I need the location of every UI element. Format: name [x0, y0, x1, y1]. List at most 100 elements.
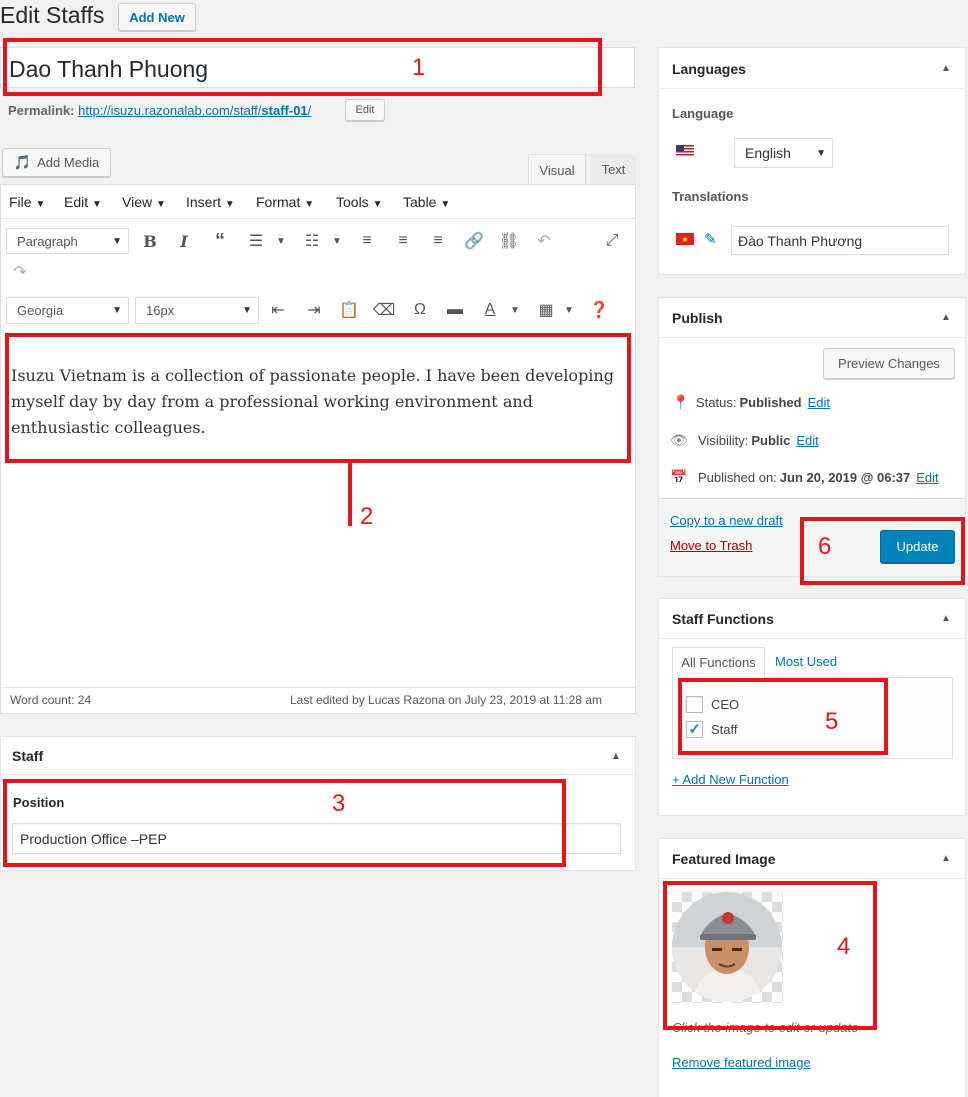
font-select-value: Georgia: [17, 303, 64, 318]
translation-input[interactable]: Đào Thanh Phương: [731, 226, 949, 255]
menubar-divider: [1, 218, 635, 219]
staff-box-divider: [1, 774, 635, 775]
featured-image-thumbnail[interactable]: [672, 892, 783, 1003]
calendar-icon: 📅: [670, 469, 688, 485]
bullet-list-icon[interactable]: ☰: [246, 231, 266, 251]
collapse-icon[interactable]: ▲: [941, 613, 951, 624]
menu-insert[interactable]: Insert ▼: [186, 194, 235, 210]
unlink-icon[interactable]: ⛓: [499, 231, 519, 251]
collapse-icon[interactable]: ▲: [941, 312, 951, 323]
position-input[interactable]: Production Office –PEP: [12, 823, 621, 854]
checkbox-unchecked[interactable]: [686, 696, 703, 713]
redo-icon[interactable]: ↷: [10, 262, 30, 282]
language-select[interactable]: English ▼: [734, 138, 833, 168]
horizontal-line-icon[interactable]: ▬: [445, 300, 465, 320]
table-icon[interactable]: ▦: [536, 300, 556, 320]
add-new-button[interactable]: Add New: [118, 3, 196, 31]
menu-format[interactable]: Format ▼: [256, 194, 314, 210]
title-field[interactable]: Dao Thanh Phuong: [0, 47, 635, 88]
page-title: Edit Staffs: [0, 2, 105, 28]
menu-file[interactable]: File ▼: [9, 194, 45, 210]
remove-featured-image-link[interactable]: Remove featured image: [672, 1055, 811, 1070]
tab-all-functions[interactable]: All Functions: [672, 647, 765, 678]
collapse-icon[interactable]: ▲: [941, 63, 951, 74]
text-color-icon[interactable]: A: [480, 300, 500, 320]
annotation-number: 5: [825, 708, 839, 735]
translation-value: Đào Thanh Phương: [738, 233, 863, 249]
menu-edit[interactable]: Edit ▼: [64, 194, 102, 210]
special-character-icon[interactable]: Ω: [410, 300, 430, 320]
annotation-number: 4: [837, 933, 851, 960]
paste-text-icon[interactable]: 📋: [339, 300, 359, 320]
copy-draft-link[interactable]: Copy to a new draft: [670, 513, 783, 528]
format-select[interactable]: Paragraph ▼: [6, 228, 129, 254]
caret-down-icon[interactable]: ▼: [559, 300, 579, 320]
caret-down-icon[interactable]: ▼: [271, 231, 291, 251]
menu-label: Tools: [336, 194, 369, 210]
visibility-edit-link[interactable]: Edit: [796, 433, 818, 448]
menu-tools[interactable]: Tools ▼: [336, 194, 382, 210]
fullscreen-icon[interactable]: ⤢: [602, 231, 622, 251]
pencil-icon[interactable]: ✎: [704, 230, 717, 248]
checkbox-checked[interactable]: ✓: [686, 721, 703, 738]
published-edit-link[interactable]: Edit: [916, 470, 938, 485]
move-to-trash-link[interactable]: Move to Trash: [670, 538, 752, 553]
function-label: Staff: [711, 722, 738, 737]
caret-down-icon: ▼: [242, 305, 252, 316]
tab-visual[interactable]: Visual: [528, 154, 586, 185]
function-item-ceo[interactable]: CEO: [686, 696, 739, 713]
menu-view[interactable]: View ▼: [122, 194, 166, 210]
annotation-number: 6: [818, 533, 832, 560]
published-label: Published on:: [698, 470, 777, 485]
font-size-select[interactable]: 16px ▼: [135, 297, 259, 324]
caret-down-icon: ▼: [372, 199, 383, 210]
clear-formatting-icon[interactable]: ⌫: [373, 300, 396, 320]
permalink-link[interactable]: http://isuzu.razonalab.com/staff/staff-0…: [78, 103, 311, 118]
caret-down-icon: ▼: [440, 199, 451, 210]
size-select-value: 16px: [146, 303, 175, 318]
collapse-icon[interactable]: ▲: [941, 853, 951, 864]
permalink-edit-button[interactable]: Edit: [345, 99, 385, 121]
help-icon[interactable]: ❓: [589, 300, 609, 320]
annotation-number: 1: [412, 54, 426, 81]
language-label: Language: [672, 106, 734, 121]
menu-label: Insert: [186, 194, 222, 210]
tab-most-used[interactable]: Most Used: [775, 654, 837, 669]
permalink-slug: staff-01: [261, 103, 308, 118]
undo-icon[interactable]: ↶: [534, 231, 554, 251]
menu-label: Edit: [64, 194, 89, 210]
permalink-base: http://isuzu.razonalab.com/staff/: [78, 103, 262, 118]
preview-changes-button[interactable]: Preview Changes: [823, 348, 955, 379]
align-center-icon[interactable]: ≡: [393, 231, 413, 251]
menu-table[interactable]: Table ▼: [403, 194, 450, 210]
collapse-icon[interactable]: ▲: [611, 751, 621, 762]
italic-icon[interactable]: I: [174, 231, 194, 251]
caret-down-icon[interactable]: ▼: [505, 300, 525, 320]
last-edited: Last edited by Lucas Razona on July 23, …: [290, 693, 602, 707]
add-new-function-link[interactable]: + Add New Function: [672, 772, 789, 787]
font-family-select[interactable]: Georgia ▼: [6, 297, 129, 324]
update-button[interactable]: Update: [880, 530, 955, 563]
align-right-icon[interactable]: ≡: [428, 231, 448, 251]
translations-label: Translations: [672, 189, 749, 204]
status-edit-link[interactable]: Edit: [808, 395, 830, 410]
function-label: CEO: [711, 697, 740, 712]
align-left-icon[interactable]: ≡: [357, 231, 377, 251]
outdent-icon[interactable]: ⇤: [268, 300, 288, 320]
editor-content[interactable]: Isuzu Vietnam is a collection of passion…: [11, 363, 623, 441]
numbered-list-icon[interactable]: ☷: [302, 231, 322, 251]
visibility-row: 👁 Visibility: Public Edit: [670, 432, 819, 449]
bold-icon[interactable]: B: [140, 231, 160, 251]
add-media-button[interactable]: 🎵 Add Media: [2, 148, 111, 177]
tab-text[interactable]: Text: [591, 154, 636, 184]
statusbar-divider: [1, 687, 635, 688]
functions-list: [672, 677, 953, 759]
menu-label: File: [9, 194, 32, 210]
caret-down-icon[interactable]: ▼: [327, 231, 347, 251]
pin-icon: 📍: [672, 394, 690, 410]
function-item-staff[interactable]: ✓ Staff: [686, 721, 738, 738]
indent-icon[interactable]: ⇥: [304, 300, 324, 320]
link-icon[interactable]: 🔗: [464, 231, 484, 251]
staff-portrait-image: [672, 892, 782, 1002]
blockquote-icon[interactable]: “: [210, 230, 230, 252]
